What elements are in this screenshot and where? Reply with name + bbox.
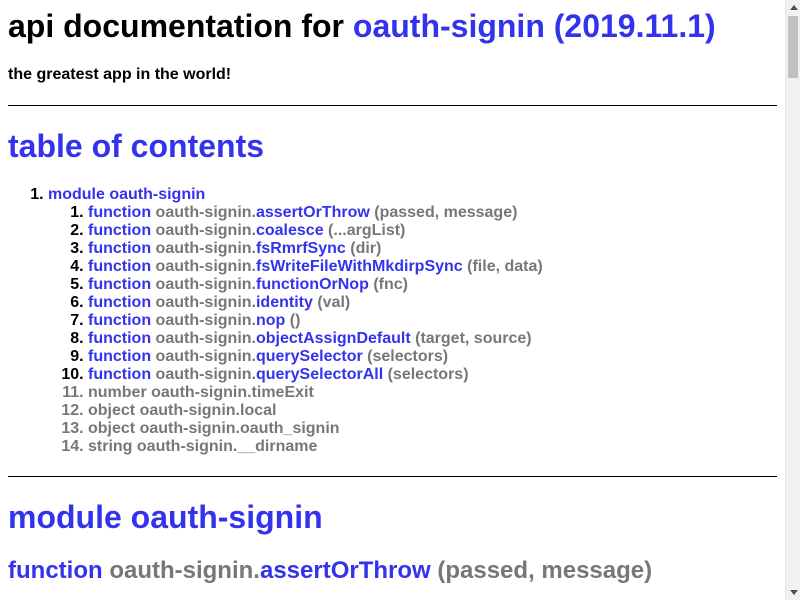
toc-item-args: (...argList): [328, 222, 406, 239]
toc-item: function oauth-signin.coalesce (...argLi…: [88, 222, 543, 240]
divider: [8, 105, 777, 106]
tagline: the greatest app in the world!: [8, 66, 232, 83]
toc-item-kind-link[interactable]: function: [88, 312, 151, 329]
toc-item-property: object oauth-signin.oauth_signin: [88, 420, 543, 438]
toc-item-kind-link[interactable]: function: [88, 276, 151, 293]
toc-item-kind-link[interactable]: function: [88, 222, 151, 239]
toc-item: function oauth-signin.assertOrThrow (pas…: [88, 204, 543, 222]
toc-item-args: (passed, message): [374, 204, 518, 221]
toc-item-namespace: oauth-signin.: [155, 240, 256, 257]
page-title: api documentation for oauth-signin (2019…: [8, 8, 716, 44]
toc-item-kind-link[interactable]: function: [88, 294, 151, 311]
toc-item-args: (selectors): [387, 366, 469, 383]
toc-item-name-link[interactable]: identity: [256, 294, 313, 311]
toc-item-name-link[interactable]: fsRmrfSync: [256, 240, 346, 257]
toc-item-args: (selectors): [367, 348, 449, 365]
toc-item-namespace: oauth-signin.: [155, 222, 256, 239]
toc-item: function oauth-signin.querySelectorAll (…: [88, 366, 543, 384]
toc-sublist: function oauth-signin.assertOrThrow (pas…: [48, 204, 543, 456]
toc-item-namespace: oauth-signin.: [155, 276, 256, 293]
toc-item-kind-link[interactable]: function: [88, 348, 151, 365]
toc-item-namespace: oauth-signin.: [155, 348, 256, 365]
toc-item-kind-link[interactable]: function: [88, 330, 151, 347]
toc-item: function oauth-signin.fsWriteFileWithMkd…: [88, 258, 543, 276]
module-heading: module oauth-signin: [8, 499, 323, 535]
toc-item-name-link[interactable]: querySelector: [256, 348, 363, 365]
toc-item-namespace: oauth-signin.: [155, 204, 256, 221]
table-of-contents: module oauth-signin function oauth-signi…: [8, 186, 543, 456]
divider: [8, 476, 777, 477]
function-kind-link[interactable]: function: [8, 557, 103, 584]
toc-item: function oauth-signin.nop (): [88, 312, 543, 330]
toc-item-namespace: oauth-signin.: [155, 330, 256, 347]
toc-item-args: (file, data): [467, 258, 543, 275]
function-namespace: oauth-signin.: [109, 557, 260, 584]
function-heading: function oauth-signin.assertOrThrow (pas…: [8, 557, 652, 585]
toc-item-name-link[interactable]: objectAssignDefault: [256, 330, 411, 347]
toc-item: function oauth-signin.identity (val): [88, 294, 543, 312]
toc-item-args: (): [289, 312, 301, 329]
toc-item-name-link[interactable]: coalesce: [256, 222, 324, 239]
toc-item: function oauth-signin.objectAssignDefaul…: [88, 330, 543, 348]
toc-item-name-link[interactable]: functionOrNop: [256, 276, 369, 293]
toc-item-kind-link[interactable]: function: [88, 204, 151, 221]
vertical-scrollbar[interactable]: [785, 0, 800, 600]
toc-item-args: (dir): [350, 240, 382, 257]
toc-item-args: (target, source): [415, 330, 532, 347]
scroll-up-arrow-icon[interactable]: [786, 0, 800, 15]
toc-item-namespace: oauth-signin.: [155, 258, 256, 275]
toc-item-name-link[interactable]: nop: [256, 312, 285, 329]
toc-item: function oauth-signin.querySelector (sel…: [88, 348, 543, 366]
scroll-thumb[interactable]: [788, 16, 798, 78]
toc-item-property: string oauth-signin.__dirname: [88, 438, 543, 456]
toc-item-kind-link[interactable]: function: [88, 366, 151, 383]
function-name-link[interactable]: assertOrThrow: [260, 557, 431, 584]
scroll-down-arrow-icon[interactable]: [786, 585, 800, 600]
toc-item-kind-link[interactable]: function: [88, 240, 151, 257]
toc-item-property: number oauth-signin.timeExit: [88, 384, 543, 402]
toc-item-property: object oauth-signin.local: [88, 402, 543, 420]
toc-item-kind-link[interactable]: function: [88, 258, 151, 275]
toc-heading: table of contents: [8, 128, 265, 164]
toc-item-namespace: oauth-signin.: [155, 366, 256, 383]
package-link[interactable]: oauth-signin (2019.11.1): [353, 8, 716, 44]
toc-module-link[interactable]: module oauth-signin: [48, 186, 205, 203]
toc-item-name-link[interactable]: querySelectorAll: [256, 366, 383, 383]
toc-item-name-link[interactable]: assertOrThrow: [256, 204, 370, 221]
document-page: api documentation for oauth-signin (2019…: [0, 0, 785, 600]
toc-item: function oauth-signin.fsRmrfSync (dir): [88, 240, 543, 258]
toc-item-args: (val): [317, 294, 351, 311]
toc-module-item: module oauth-signin function oauth-signi…: [48, 186, 543, 456]
toc-item-args: (fnc): [373, 276, 408, 293]
function-args: (passed, message): [437, 557, 653, 584]
toc-item-name-link[interactable]: fsWriteFileWithMkdirpSync: [256, 258, 463, 275]
toc-item: function oauth-signin.functionOrNop (fnc…: [88, 276, 543, 294]
toc-item-namespace: oauth-signin.: [155, 312, 256, 329]
toc-item-namespace: oauth-signin.: [155, 294, 256, 311]
page-title-prefix: api documentation for: [8, 8, 344, 44]
